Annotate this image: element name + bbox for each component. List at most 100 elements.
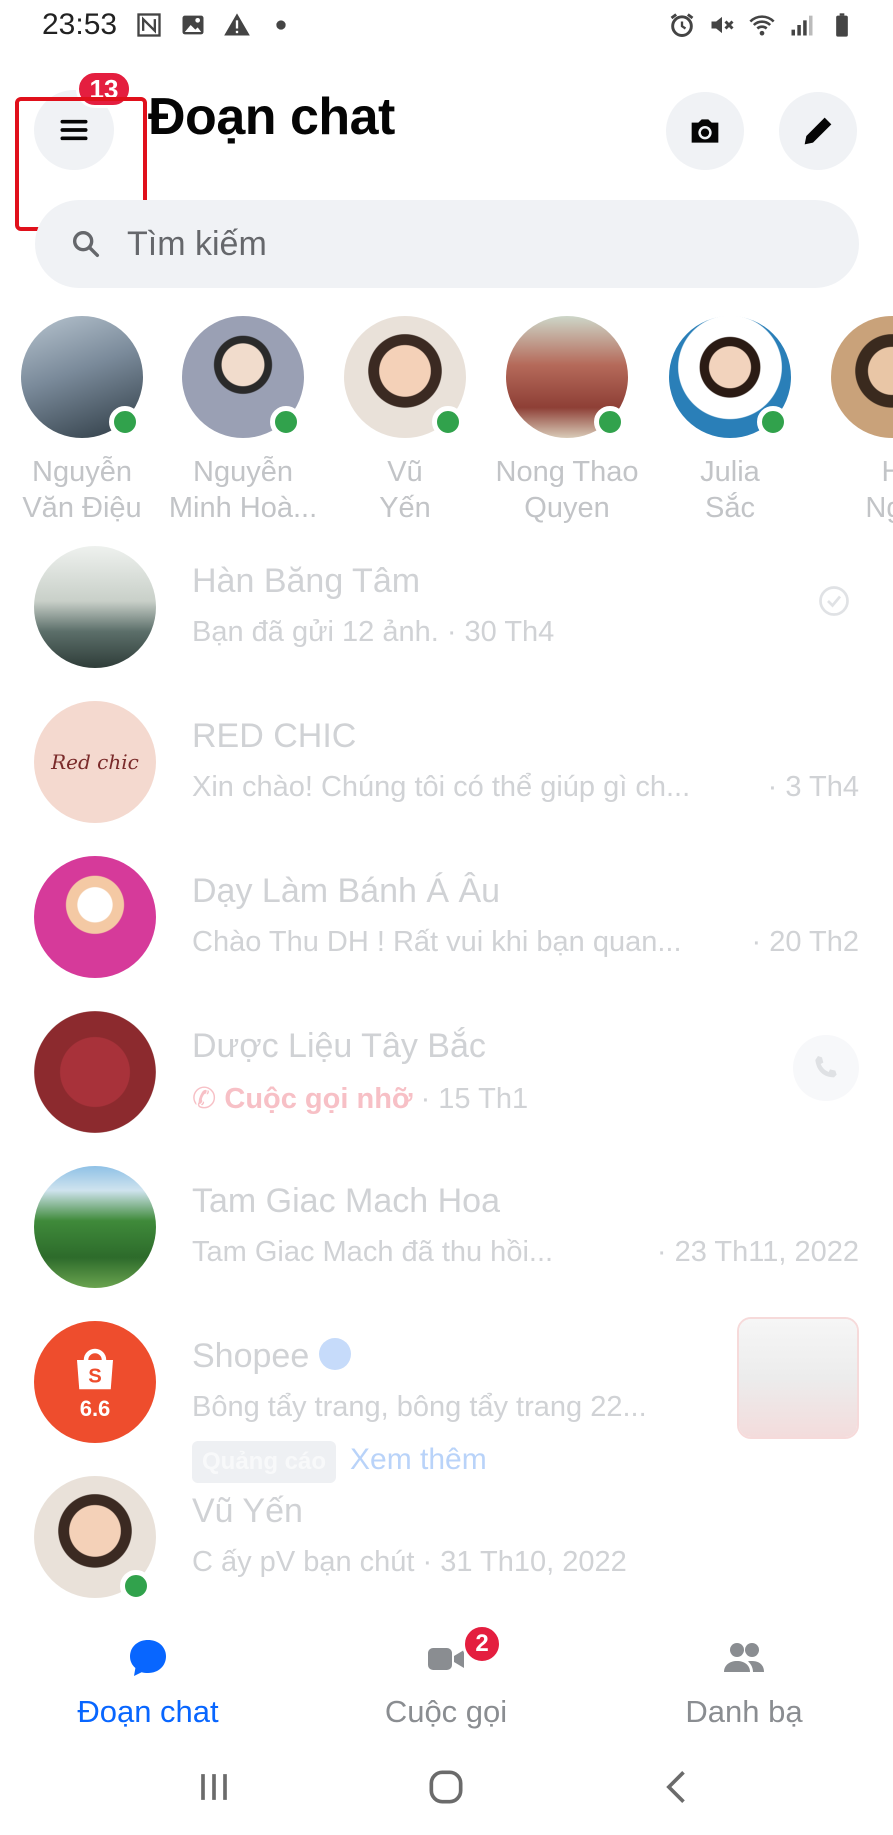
- active-friends-row: Nguyễn Văn Điệu Nguyễn Minh Hoà... Vũ Yến N…: [0, 316, 893, 536]
- online-indicator: [757, 406, 789, 438]
- tab-calls[interactable]: 2 Cuộc gọi: [316, 1624, 576, 1730]
- page-title: Đoạn chat: [148, 88, 395, 146]
- avatar-text: 6.6: [79, 1396, 111, 1421]
- chat-time: · 20 Th2: [751, 926, 859, 958]
- back-chevron-icon: [666, 1771, 685, 1803]
- camera-icon: [691, 119, 719, 143]
- chat-snippet: Chào Thu DH ! Rất vui khi bạn quan...: [192, 926, 682, 958]
- wifi-icon: [747, 10, 777, 40]
- compose-button[interactable]: [779, 92, 857, 170]
- chat-item[interactable]: Tam Giac Mach Hoa Tam Giac Mach đã thu h…: [0, 1160, 893, 1316]
- warning-icon: [222, 10, 252, 40]
- chat-time: · 23 Th11, 2022: [656, 1236, 859, 1268]
- tab-chats[interactable]: Đoạn chat: [18, 1630, 278, 1730]
- chat-name: Dược Liệu Tây Bắc: [192, 1027, 486, 1065]
- calls-badge: 2: [462, 1624, 502, 1664]
- story-name: HNgu: [865, 456, 893, 524]
- avatar: [34, 1011, 156, 1133]
- avatar: S 6.6: [34, 1321, 156, 1443]
- story-item[interactable]: Nguyễn Văn Điệu: [2, 316, 162, 526]
- chat-item[interactable]: Vũ Yến C ấy pV bạn chút · 31 Th10, 2022: [0, 1470, 893, 1626]
- story-item[interactable]: Vũ Yến: [325, 316, 485, 526]
- tab-chats-label: Đoạn chat: [77, 1694, 219, 1729]
- online-indicator: [594, 406, 626, 438]
- alarm-icon: [667, 10, 697, 40]
- home-button[interactable]: [416, 1762, 476, 1812]
- home-icon: [429, 1770, 463, 1804]
- status-bar: 23:53: [0, 0, 893, 52]
- chat-snippet: Xin chào! Chúng tôi có thể giúp gì ch...: [192, 771, 691, 803]
- battery-icon: [827, 10, 857, 40]
- avatar: [34, 856, 156, 978]
- story-item[interactable]: HNgu: [812, 316, 893, 526]
- verified-badge-icon: [319, 1338, 352, 1371]
- chat-item[interactable]: Dạy Làm Bánh Á Âu Chào Thu DH ! Rất vui …: [0, 850, 893, 1006]
- ad-item[interactable]: S 6.6 Shopee Bông tẩy trang, bông tẩy tr…: [0, 1315, 893, 1495]
- chat-snippet: Tam Giac Mach đã thu hồi...: [192, 1236, 554, 1268]
- story-name: Julia Sắc: [700, 456, 760, 524]
- avatar: [831, 316, 893, 438]
- chat-name: Hàn Băng Tâm: [192, 562, 421, 600]
- chat-time: · 3 Th4: [767, 771, 859, 803]
- story-item[interactable]: Julia Sắc: [650, 316, 810, 526]
- tab-calls-label: Cuộc gọi: [384, 1694, 508, 1729]
- online-indicator: [109, 406, 141, 438]
- chat-item[interactable]: Red chic RED CHIC Xin chào! Chúng tôi có…: [0, 695, 893, 851]
- avatar: [669, 316, 791, 438]
- n-icon: [134, 10, 164, 40]
- recent-apps-button[interactable]: [184, 1762, 244, 1812]
- pencil-icon: [804, 117, 832, 145]
- dot-icon: [266, 10, 296, 40]
- story-item[interactable]: Nguyễn Minh Hoà...: [163, 316, 323, 526]
- ad-thumbnail[interactable]: [737, 1317, 859, 1439]
- mute-icon: [707, 10, 737, 40]
- story-name: Nong Thao Quyen: [495, 456, 639, 524]
- avatar: [344, 316, 466, 438]
- chat-name: Dạy Làm Bánh Á Âu: [192, 872, 501, 910]
- status-time: 23:53: [42, 8, 118, 41]
- chat-snippet: Bạn đã gửi 12 ảnh. · 30 Th4: [192, 616, 555, 648]
- header: 13 Đoạn chat: [0, 52, 893, 231]
- chat-bubble-icon: [130, 1640, 166, 1676]
- system-navigation-bar: [0, 1740, 893, 1835]
- chat-item[interactable]: Dược Liệu Tây Bắc ✆ Cuộc gọi nhỡ · 15 Th…: [0, 1005, 893, 1161]
- back-button[interactable]: [648, 1762, 708, 1812]
- signal-icon: [787, 10, 817, 40]
- online-indicator: [432, 406, 464, 438]
- chat-name: RED CHIC: [192, 717, 357, 755]
- story-name: Vũ Yến: [379, 456, 431, 524]
- phone-icon: [815, 1056, 837, 1078]
- avatar: [21, 316, 143, 438]
- story-name: Nguyễn Minh Hoà...: [168, 456, 318, 524]
- search-icon: [72, 230, 100, 258]
- sent-check-icon: [809, 576, 859, 626]
- online-indicator: [270, 406, 302, 438]
- avatar: [506, 316, 628, 438]
- bottom-navigation: Đoạn chat 2 Cuộc gọi Danh bạ: [0, 1610, 893, 1740]
- svg-text:S: S: [88, 1366, 102, 1388]
- chat-item[interactable]: Hàn Băng Tâm Bạn đã gửi 12 ảnh. · 30 Th4: [0, 540, 893, 696]
- call-back-button[interactable]: [793, 1035, 859, 1101]
- chat-time: · 15 Th1: [420, 1083, 529, 1115]
- tab-contacts[interactable]: Danh bạ: [614, 1630, 874, 1730]
- story-name: Nguyễn Văn Điệu: [22, 456, 142, 524]
- chat-name: Shopee: [192, 1337, 352, 1376]
- search-input[interactable]: Tìm kiếm: [127, 225, 267, 264]
- chat-snippet: ✆ Cuộc gọi nhỡ · 15 Th1: [192, 1081, 528, 1116]
- recent-apps-icon: [201, 1774, 227, 1800]
- chat-logo-text: Red chic: [51, 750, 139, 774]
- camera-button[interactable]: [666, 92, 744, 170]
- avatar: [34, 546, 156, 668]
- avatar: [182, 316, 304, 438]
- chat-snippet: C ấy pV bạn chút · 31 Th10, 2022: [192, 1546, 627, 1578]
- avatar: [34, 1166, 156, 1288]
- story-item[interactable]: Nong Thao Quyen: [487, 316, 647, 526]
- search-bar[interactable]: Tìm kiếm: [35, 200, 859, 288]
- people-icon: [724, 1643, 764, 1672]
- chat-snippet: Bông tẩy trang, bông tẩy trang 22...: [192, 1391, 647, 1423]
- image-icon: [178, 10, 208, 40]
- chat-name: Vũ Yến: [192, 1492, 303, 1530]
- shopping-bag-icon: S: [77, 1348, 113, 1390]
- avatar: Red chic: [34, 701, 156, 823]
- online-indicator: [120, 1570, 152, 1602]
